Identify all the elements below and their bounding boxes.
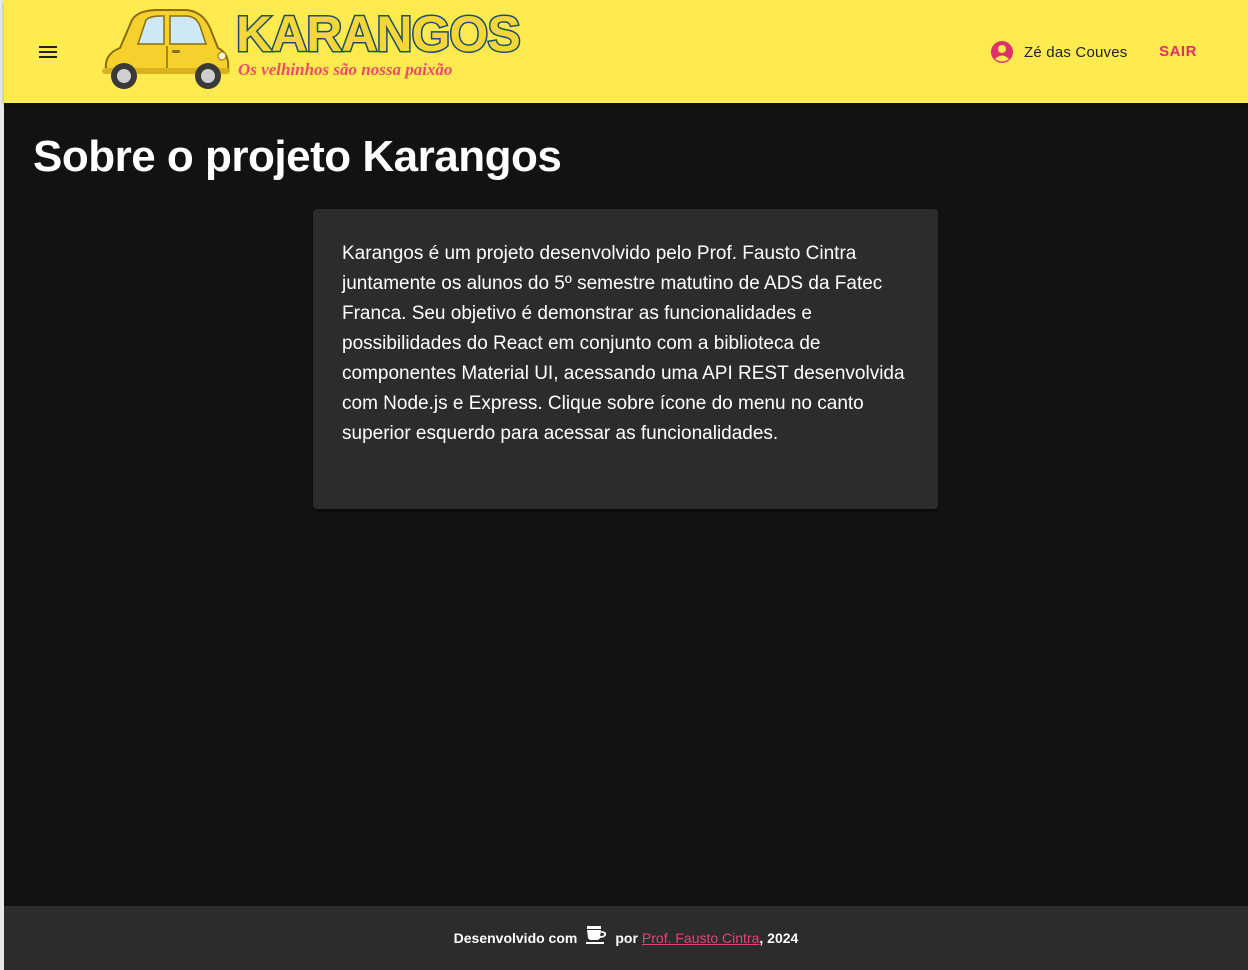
logo-title: KARANGOS <box>235 5 523 64</box>
footer-suffix: , 2024 <box>759 930 799 946</box>
about-text: Karangos é um projeto desenvolvido pelo … <box>342 243 905 444</box>
account-circle-icon <box>991 41 1013 63</box>
coffee-cup-icon <box>586 926 607 944</box>
footer-by: por <box>615 930 638 946</box>
footer-prefix: Desenvolvido com <box>453 930 578 946</box>
app-window: KARANGOS Os velhinhos são nossa paixão Z… <box>0 0 1248 970</box>
author-link[interactable]: Prof. Fausto Cintra <box>642 930 760 946</box>
logo-tagline: Os velhinhos são nossa paixão <box>238 60 453 79</box>
user-name: Zé das Couves <box>1024 43 1128 61</box>
menu-button[interactable] <box>28 32 68 72</box>
hamburger-menu-icon <box>39 46 57 58</box>
footer: Desenvolvido com por Prof. Fausto Cintra… <box>4 906 1248 970</box>
app-bar: KARANGOS Os velhinhos são nossa paixão Z… <box>4 0 1248 103</box>
logout-button[interactable]: SAIR <box>1146 33 1210 69</box>
about-card: Karangos é um projeto desenvolvido pelo … <box>313 209 938 509</box>
user-account[interactable]: Zé das Couves <box>990 38 1127 66</box>
karangos-logo[interactable]: KARANGOS Os velhinhos são nossa paixão <box>98 4 522 92</box>
page-title: Sobre o projeto Karangos <box>33 132 562 181</box>
beetle-car-icon <box>102 9 230 89</box>
